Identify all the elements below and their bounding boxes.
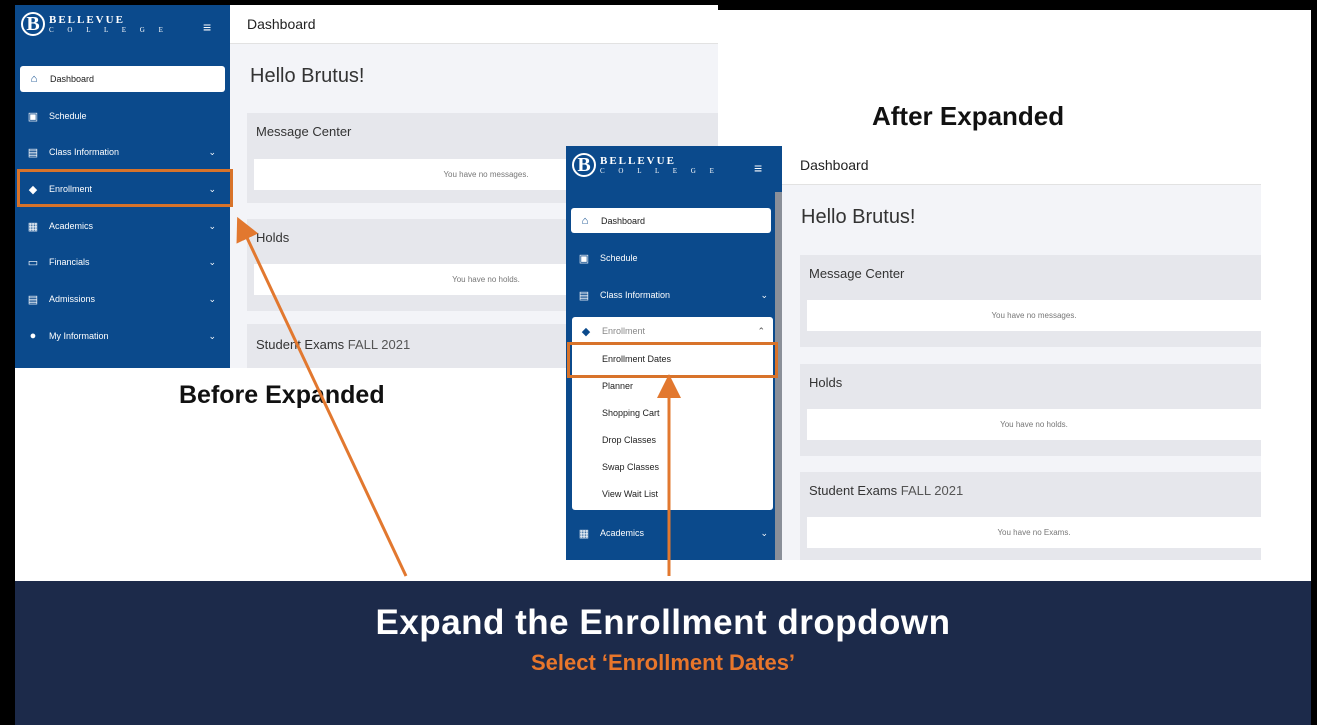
tutorial-slide: B BELLEVUE C O L L E G E ≡ ⌂ Dashboard ▣… <box>0 0 1317 725</box>
banner-title: Expand the Enrollment dropdown <box>375 603 951 642</box>
arrow-to-enrollment <box>236 216 408 577</box>
banner-subtitle: Select ‘Enrollment Dates’ <box>530 650 796 675</box>
instruction-banner: Expand the Enrollment dropdown Select ‘E… <box>15 581 1311 725</box>
